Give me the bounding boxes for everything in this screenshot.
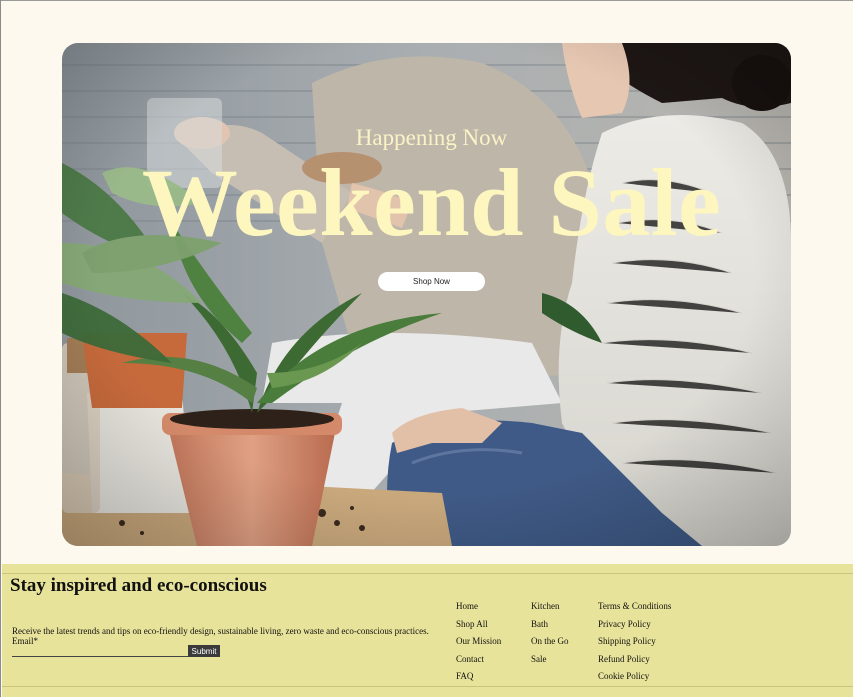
footer-link-home[interactable]: Home: [456, 601, 501, 619]
newsletter-heading: Stay inspired and eco-conscious: [10, 575, 267, 596]
footer-link-kitchen[interactable]: Kitchen: [531, 601, 569, 619]
hero-title: Weekend Sale: [141, 149, 722, 256]
footer-link-shipping[interactable]: Shipping Policy: [598, 636, 671, 654]
footer-nav-main: Home Shop All Our Mission Contact FAQ: [456, 601, 501, 689]
footer-link-refund[interactable]: Refund Policy: [598, 654, 671, 672]
footer-link-terms[interactable]: Terms & Conditions: [598, 601, 671, 619]
email-label: Email*: [12, 636, 38, 646]
hero-subtitle: Happening Now: [355, 125, 508, 150]
footer-link-our-mission[interactable]: Our Mission: [456, 636, 501, 654]
footer: Stay inspired and eco-conscious Receive …: [2, 564, 853, 697]
email-field[interactable]: [12, 646, 188, 657]
newsletter-description: Receive the latest trends and tips on ec…: [12, 626, 429, 636]
hero-banner: Happening Now Weekend Sale Shop Now: [62, 43, 791, 546]
submit-button[interactable]: Submit: [188, 645, 220, 657]
footer-link-bath[interactable]: Bath: [531, 619, 569, 637]
footer-nav-policies: Terms & Conditions Privacy Policy Shippi…: [598, 601, 671, 689]
shop-now-button[interactable]: Shop Now: [378, 272, 485, 291]
footer-link-privacy[interactable]: Privacy Policy: [598, 619, 671, 637]
left-border: [0, 0, 1, 697]
top-border: [0, 0, 853, 1]
footer-nav-categories: Kitchen Bath On the Go Sale: [531, 601, 569, 671]
footer-link-contact[interactable]: Contact: [456, 654, 501, 672]
footer-link-on-the-go[interactable]: On the Go: [531, 636, 569, 654]
footer-bottom-divider: [2, 686, 853, 687]
footer-link-sale[interactable]: Sale: [531, 654, 569, 672]
footer-link-shop-all[interactable]: Shop All: [456, 619, 501, 637]
footer-top-divider: [2, 573, 853, 574]
hero-photo: [62, 43, 791, 546]
